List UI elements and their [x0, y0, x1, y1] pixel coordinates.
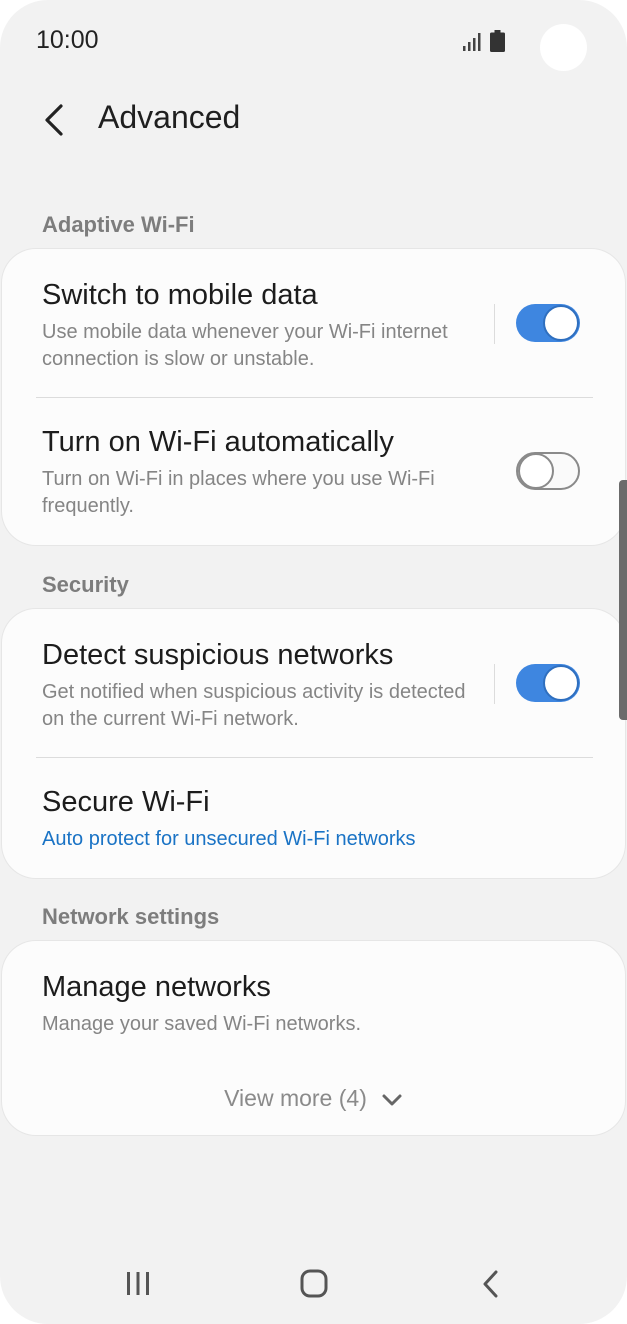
row-subtitle: Get notified when suspicious activity is… [42, 681, 466, 730]
switch-to-mobile-data-toggle[interactable] [516, 304, 580, 342]
section-header-security: Security [42, 572, 129, 597]
toggle-knob [543, 665, 579, 701]
row-subtitle: Manage your saved Wi-Fi networks. [42, 1013, 362, 1035]
network-settings-card: Manage networks Manage your saved Wi-Fi … [2, 941, 625, 1135]
chevron-down-icon [382, 1094, 402, 1106]
navigation-bar [0, 1244, 627, 1324]
turn-on-wifi-automatically-toggle[interactable] [516, 452, 580, 490]
view-more-label: View more (4) [224, 1085, 367, 1111]
phone-screen: 10:00 Advanced Adaptive Wi-Fi Switch to … [0, 0, 627, 1324]
manage-networks-row[interactable]: Manage networks Manage your saved Wi-Fi … [2, 941, 625, 1061]
row-title: Detect suspicious networks [42, 639, 394, 671]
vertical-separator [494, 664, 495, 704]
recent-apps-icon[interactable] [108, 1264, 168, 1304]
detect-suspicious-networks-row[interactable]: Detect suspicious networks Get notified … [2, 609, 625, 757]
security-card: Detect suspicious networks Get notified … [2, 609, 625, 878]
view-more-button[interactable]: View more (4) [2, 1085, 625, 1112]
back-icon[interactable] [460, 1264, 520, 1304]
row-subtitle: Use mobile data whenever your Wi-Fi inte… [42, 321, 448, 370]
turn-on-wifi-automatically-row[interactable]: Turn on Wi-Fi automatically Turn on Wi-F… [2, 398, 625, 545]
battery-icon [490, 30, 505, 52]
edge-panel-handle[interactable] [619, 480, 627, 720]
signal-icon [463, 33, 481, 51]
adaptive-wifi-card: Switch to mobile data Use mobile data wh… [2, 249, 625, 545]
row-title: Secure Wi-Fi [42, 786, 210, 818]
secure-wifi-row[interactable]: Secure Wi-Fi Auto protect for unsecured … [2, 758, 625, 878]
row-subtitle-link: Auto protect for unsecured Wi-Fi network… [42, 828, 416, 850]
home-icon[interactable] [284, 1264, 344, 1304]
status-bar: 10:00 [0, 0, 627, 84]
toggle-knob [543, 305, 579, 341]
toggle-knob [518, 453, 554, 489]
app-bar: Advanced [0, 84, 627, 154]
row-title: Turn on Wi-Fi automatically [42, 426, 394, 458]
row-subtitle: Turn on Wi-Fi in places where you use Wi… [42, 468, 435, 517]
status-time: 10:00 [36, 26, 99, 54]
vertical-separator [494, 304, 495, 344]
row-title: Manage networks [42, 971, 271, 1003]
section-header-adaptive-wifi: Adaptive Wi-Fi [42, 212, 195, 237]
page-title: Advanced [98, 99, 241, 135]
detect-suspicious-networks-toggle[interactable] [516, 664, 580, 702]
camera-cutout [540, 24, 587, 71]
chevron-left-icon[interactable] [30, 96, 78, 144]
switch-to-mobile-data-row[interactable]: Switch to mobile data Use mobile data wh… [2, 249, 625, 397]
row-title: Switch to mobile data [42, 279, 318, 311]
section-header-network-settings: Network settings [42, 904, 220, 929]
